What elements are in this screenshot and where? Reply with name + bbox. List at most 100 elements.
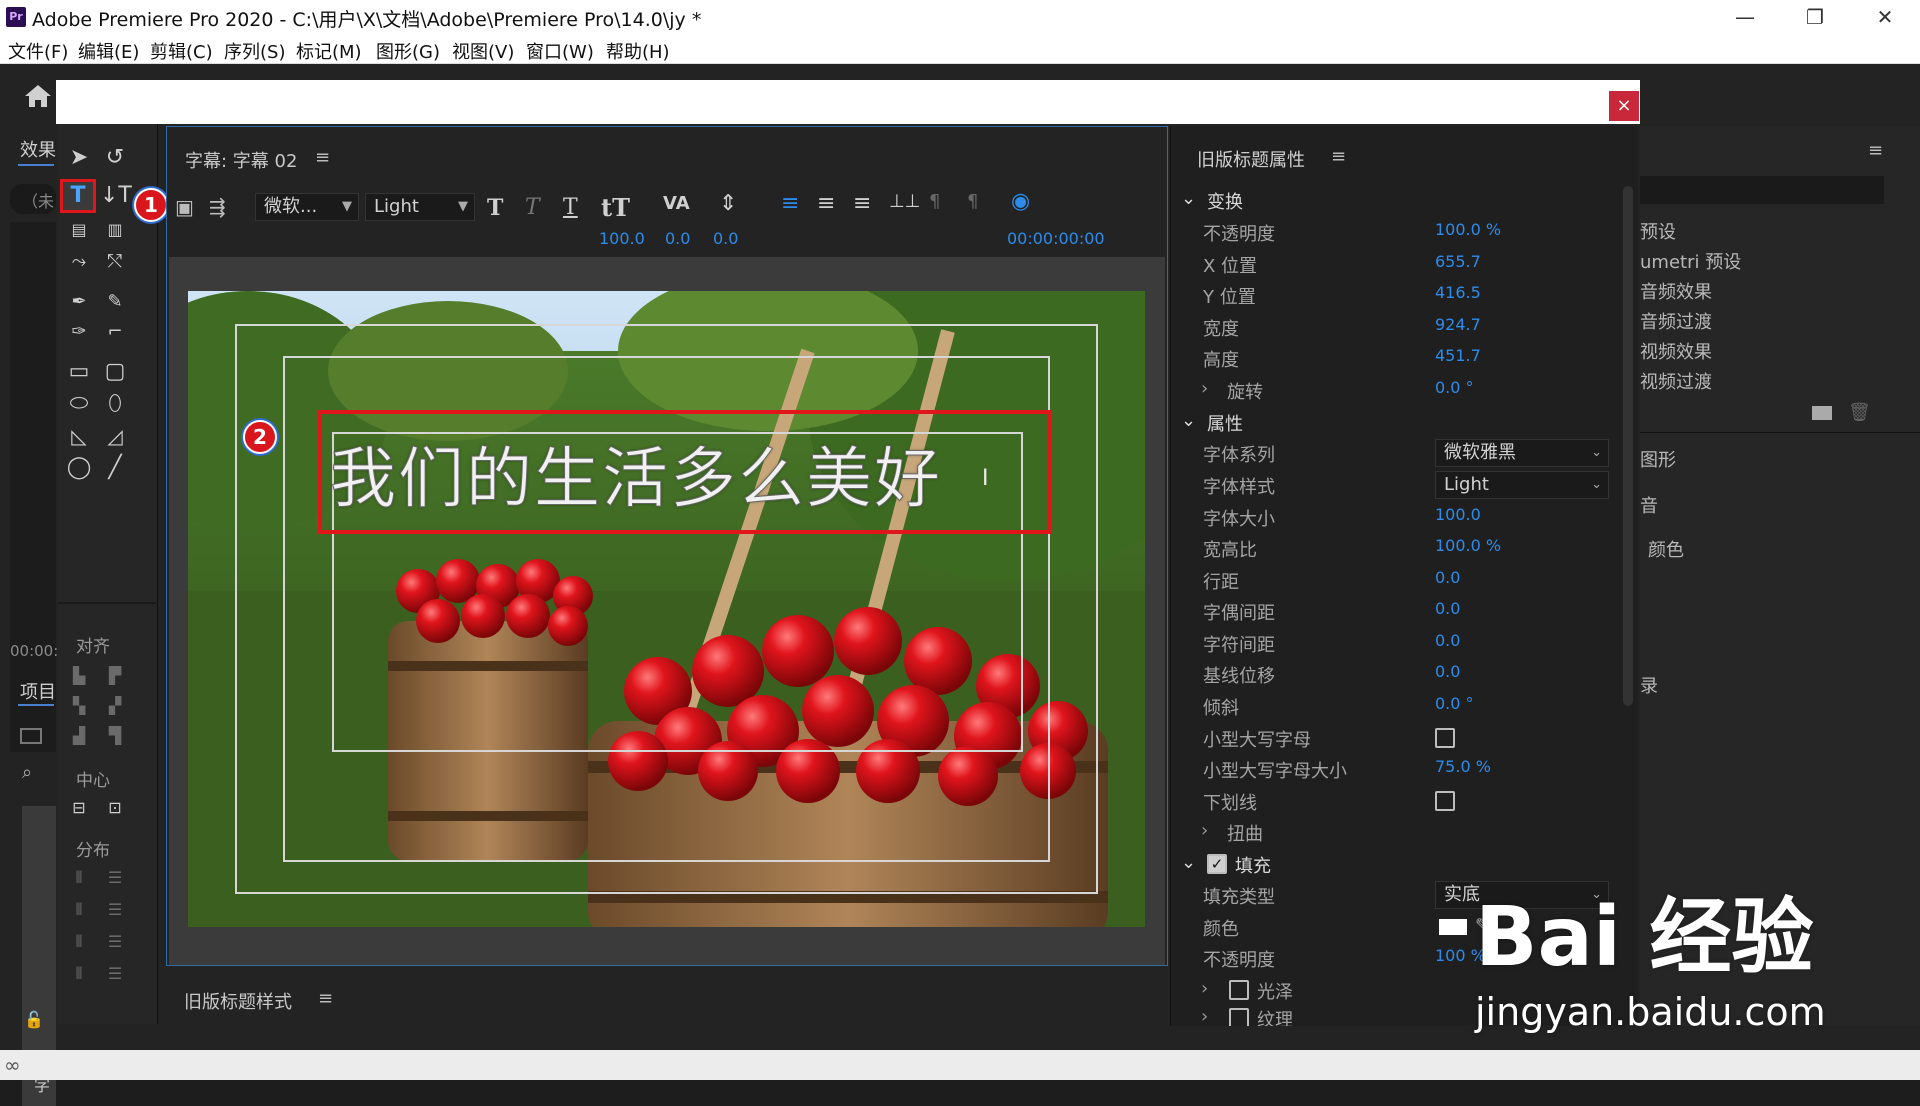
- center-horizontal-icon[interactable]: ⊟: [64, 794, 94, 822]
- menu-file[interactable]: 文件(F): [8, 38, 68, 64]
- distribute-vspace-icon[interactable]: ☰: [100, 960, 130, 988]
- font-size-icon[interactable]: tT: [601, 193, 630, 222]
- menu-graphics[interactable]: 图形(G): [376, 38, 440, 64]
- bold-icon[interactable]: T: [487, 195, 503, 221]
- kerning-value[interactable]: 0.0: [665, 229, 690, 248]
- prop-font-style-dropdown[interactable]: Light ⌄: [1435, 471, 1609, 499]
- pen-tool-icon[interactable]: ✒: [64, 288, 94, 316]
- leading-icon[interactable]: ⇕: [719, 191, 737, 216]
- distribute-vcenter-icon[interactable]: ☰: [100, 896, 130, 924]
- font-size-value[interactable]: 100.0: [599, 229, 645, 248]
- align-vcenter-icon[interactable]: ▞: [100, 692, 130, 720]
- align-bottom-icon[interactable]: ▜: [100, 722, 130, 750]
- new-bin-icon[interactable]: [1812, 406, 1832, 420]
- show-background-video-icon[interactable]: ◉: [1011, 189, 1030, 214]
- small-caps-size-value[interactable]: 75.0 %: [1435, 757, 1491, 776]
- background-timecode[interactable]: 00:00:00:00: [1007, 229, 1105, 248]
- fill-color-swatch[interactable]: [1439, 919, 1467, 935]
- aspect-value[interactable]: 100.0 %: [1435, 536, 1501, 555]
- align-center-text-icon[interactable]: ≡: [817, 191, 835, 216]
- width-value[interactable]: 924.7: [1435, 315, 1481, 334]
- effects-search-box[interactable]: [1640, 176, 1884, 204]
- area-type-tool-icon[interactable]: ▤: [64, 216, 94, 244]
- vertical-area-type-tool-icon[interactable]: ▥: [100, 216, 130, 244]
- effects-folder-lumetri[interactable]: umetri 预设: [1640, 248, 1741, 274]
- slant-value[interactable]: 0.0 °: [1435, 694, 1474, 713]
- effects-folder-audio-transitions[interactable]: 音频过渡: [1640, 308, 1712, 334]
- font-family-dropdown[interactable]: 微软... ▼: [255, 193, 359, 221]
- rectangle-tool-icon[interactable]: ▭: [64, 358, 94, 386]
- tracking-value[interactable]: 0.0: [1435, 631, 1460, 650]
- effects-folder-video-effects[interactable]: 视频效果: [1640, 338, 1712, 364]
- align-right-text-icon[interactable]: ≡: [853, 191, 871, 216]
- panel-menu-icon[interactable]: ≡: [1868, 140, 1883, 161]
- sheen-checkbox[interactable]: [1229, 980, 1249, 1000]
- effects-folder-presets[interactable]: 预设: [1640, 218, 1676, 244]
- chevron-right-icon[interactable]: ›: [1201, 1006, 1208, 1026]
- properties-scrollbar[interactable]: [1623, 186, 1633, 706]
- chevron-right-icon[interactable]: ›: [1201, 378, 1208, 399]
- selection-tool-icon[interactable]: ➤: [64, 144, 94, 172]
- align-right-icon[interactable]: ▟: [64, 722, 94, 750]
- convert-anchor-tool-icon[interactable]: ⌐: [100, 318, 130, 346]
- panel-menu-icon[interactable]: ≡: [1331, 146, 1346, 167]
- transform-section[interactable]: ⌄ 变换: [1171, 188, 1611, 218]
- menu-view[interactable]: 视图(V): [452, 38, 514, 64]
- chevron-right-icon[interactable]: ›: [1201, 820, 1208, 841]
- delete-anchor-tool-icon[interactable]: ✎: [100, 288, 130, 316]
- menu-edit[interactable]: 编辑(E): [78, 38, 139, 64]
- center-vertical-icon[interactable]: ⊡: [100, 794, 130, 822]
- add-anchor-tool-icon[interactable]: ✑: [64, 318, 94, 346]
- type-tool-icon[interactable]: T: [60, 179, 96, 213]
- small-caps-checkbox[interactable]: [1435, 728, 1455, 748]
- effects-search-field[interactable]: （未: [10, 184, 56, 214]
- height-value[interactable]: 451.7: [1435, 346, 1481, 365]
- paragraph-rtl-icon[interactable]: ¶: [929, 191, 940, 212]
- trash-icon[interactable]: 🗑: [1848, 402, 1871, 423]
- paragraph-ltr-icon[interactable]: ¶: [967, 191, 978, 212]
- italic-icon[interactable]: T: [525, 195, 540, 220]
- align-left-icon[interactable]: ▙: [64, 662, 94, 690]
- search-icon[interactable]: ⌕: [22, 762, 32, 783]
- ellipse-tool-icon[interactable]: ◯: [64, 454, 94, 482]
- texture-checkbox[interactable]: [1229, 1008, 1249, 1026]
- opacity-value[interactable]: 100.0 %: [1435, 220, 1501, 239]
- rounded-rectangle-tool-icon[interactable]: ▢: [100, 358, 130, 386]
- effects-folder-video-transitions[interactable]: 视频过渡: [1640, 368, 1712, 394]
- arc-tool-icon[interactable]: ◿: [100, 422, 130, 450]
- lock-icon[interactable]: 🔓: [24, 1010, 44, 1029]
- tab-stops-icon[interactable]: ⇶: [209, 195, 226, 219]
- menu-help[interactable]: 帮助(H): [606, 38, 670, 64]
- rounded-corner-tool-icon[interactable]: ⬯: [100, 390, 130, 418]
- menu-clip[interactable]: 剪辑(C): [150, 38, 213, 64]
- home-icon[interactable]: [22, 82, 54, 110]
- align-hcenter-icon[interactable]: ▚: [64, 692, 94, 720]
- distribute-top-icon[interactable]: ☰: [100, 864, 130, 892]
- rotation-value[interactable]: 0.0 °: [1435, 378, 1474, 397]
- roll-crawl-icon[interactable]: ▣: [175, 195, 194, 219]
- menu-sequence[interactable]: 序列(S): [224, 38, 285, 64]
- panel-audio[interactable]: 音: [1640, 492, 1658, 518]
- panel-menu-icon[interactable]: ≡: [315, 147, 330, 168]
- menu-marker[interactable]: 标记(M): [296, 38, 362, 64]
- distribute-left-icon[interactable]: ⫴: [64, 864, 94, 892]
- distribute-bottom-icon[interactable]: ☰: [100, 928, 130, 956]
- distribute-right-icon[interactable]: ⫴: [64, 928, 94, 956]
- underline-icon[interactable]: T: [563, 195, 578, 220]
- panel-history[interactable]: 录: [1640, 672, 1658, 698]
- font-style-dropdown[interactable]: Light ▼: [365, 193, 475, 221]
- y-position-value[interactable]: 416.5: [1435, 283, 1481, 302]
- align-top-icon[interactable]: ▛: [100, 662, 130, 690]
- baseline-value[interactable]: 0.0: [1435, 662, 1460, 681]
- creative-cloud-icon[interactable]: ∞: [4, 1053, 21, 1077]
- vertical-type-tool-icon[interactable]: ↓T: [100, 182, 132, 210]
- tab-stop-icon[interactable]: ⊥⊥: [889, 191, 920, 212]
- distribute-hcenter-icon[interactable]: ⫴: [64, 896, 94, 924]
- wedge-tool-icon[interactable]: ◺: [64, 422, 94, 450]
- leading-value[interactable]: 0.0: [713, 229, 738, 248]
- prop-leading-value[interactable]: 0.0: [1435, 568, 1460, 587]
- panel-color[interactable]: 颜色: [1648, 536, 1684, 562]
- chevron-right-icon[interactable]: ›: [1201, 978, 1208, 999]
- rotation-tool-icon[interactable]: ↺: [100, 144, 130, 172]
- line-tool-icon[interactable]: ╱: [100, 454, 130, 482]
